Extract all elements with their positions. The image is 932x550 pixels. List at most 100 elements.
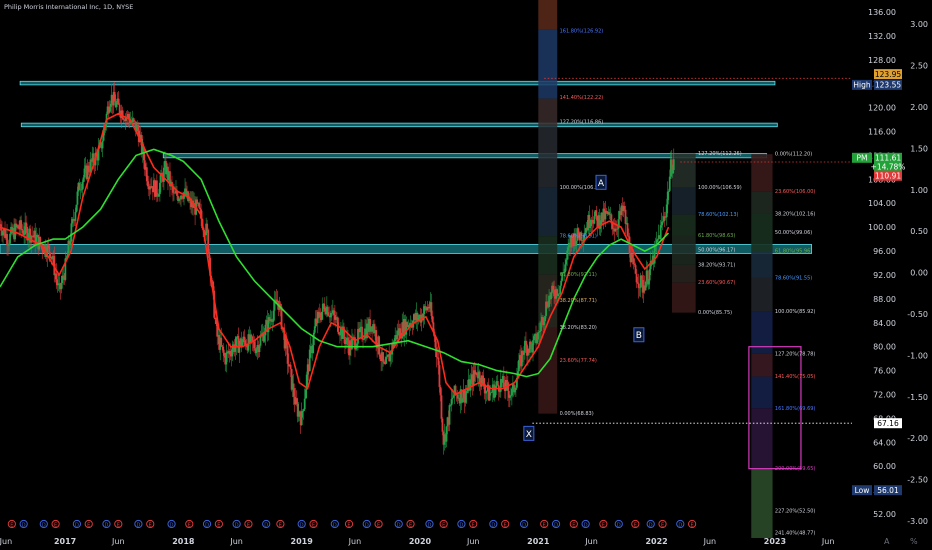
y-tick-label: 88.00 <box>873 295 896 304</box>
fib-label-23: 78.60%(91.55) <box>775 275 812 281</box>
candle-body <box>461 398 464 403</box>
candle-body <box>623 206 626 210</box>
candle-body <box>345 340 347 344</box>
y-tick-label: 104.00 <box>868 199 896 208</box>
box-proj-6 <box>751 353 773 377</box>
candle-body <box>490 392 493 393</box>
price-tag-0: 123.95 <box>875 70 901 79</box>
candle-body <box>109 103 112 107</box>
candle-body <box>317 311 320 313</box>
candle-body <box>502 376 505 388</box>
candle-body <box>255 349 258 354</box>
box-bc-4 <box>672 264 696 283</box>
candle-body <box>81 182 84 190</box>
box-xa-4 <box>538 187 558 237</box>
y-right-tick-label: 3.00 <box>910 20 928 29</box>
candle-body <box>302 409 305 411</box>
price-tag-3: +14.78% <box>871 162 906 171</box>
price-tag-label-1: High <box>853 81 870 90</box>
candle-body <box>220 337 223 346</box>
y-tick-label: 60.00 <box>873 462 896 471</box>
box-xa-0 <box>538 0 558 30</box>
candle-body <box>508 395 511 398</box>
x-tick-label: 2020 <box>409 537 432 546</box>
y-tick-label: 128.00 <box>868 56 896 65</box>
event-marker-label-9: E <box>149 522 152 528</box>
y-tick-label: 64.00 <box>873 438 896 447</box>
fib-label-11: 100.00%(106.59) <box>698 185 742 191</box>
candle-body <box>229 350 232 355</box>
y-right-tick-label: 1.50 <box>910 144 928 153</box>
fib-label-4: 78.60%(98.51) <box>560 234 597 240</box>
candle-body <box>75 204 78 212</box>
candle-body <box>386 356 389 358</box>
x-tick-label: Jun <box>229 537 243 546</box>
y-right-tick-label: -2.50 <box>907 476 928 485</box>
candle-body <box>464 393 467 403</box>
y-right-tick-label: -1.00 <box>907 351 928 360</box>
candle-body <box>313 326 316 333</box>
candle-body <box>47 244 50 246</box>
event-marker-label-31: E <box>504 522 507 528</box>
candle-body <box>632 258 635 265</box>
candle-body <box>235 337 238 347</box>
candle-body <box>270 319 273 322</box>
event-marker-label-2: D <box>42 522 46 528</box>
price-chart[interactable]: 161.80%(126.92) 141.40%(122.22) 127.20%(11… <box>0 0 932 550</box>
auto-scale-icon[interactable]: A <box>884 537 889 546</box>
candle-body <box>557 294 560 297</box>
x-axis[interactable]: Jun 2017 Jun 2018 Jun 2019 Jun 2020 Jun 2021 Jun 20… <box>0 537 834 546</box>
candle-body <box>437 357 440 366</box>
symbol-title[interactable]: Philip Morris International Inc, 1D, NYS… <box>4 3 133 11</box>
x-tick-label: Jun <box>111 537 125 546</box>
y-right-tick-label: 0.00 <box>910 269 928 278</box>
candle-body <box>238 344 241 353</box>
candle-body <box>308 349 311 372</box>
y-right-tick-label: 2.50 <box>910 62 928 71</box>
event-marker-label-7: E <box>117 522 120 528</box>
candle-body <box>469 379 472 391</box>
fib-label-18: 0.00%(112.20) <box>775 152 812 158</box>
log-scale-icon[interactable]: % <box>910 537 918 546</box>
candle-body <box>301 410 304 412</box>
candle-body <box>539 330 541 333</box>
fib-label-8: 23.60%(77.74) <box>560 358 597 364</box>
candle-body <box>87 165 90 172</box>
event-marker-label-23: E <box>377 522 380 528</box>
y-tick-label: 72.00 <box>873 391 896 400</box>
y-right-tick-label: 0.50 <box>910 227 928 236</box>
candle-body <box>69 241 72 245</box>
fib-label-2: 127.20%(116.86) <box>560 119 604 125</box>
candle-body <box>336 317 339 332</box>
candle-body <box>610 214 613 222</box>
box-proj-1 <box>751 191 773 214</box>
candle-body <box>544 315 546 322</box>
zone-0 <box>19 80 776 86</box>
event-marker-label-4: D <box>75 522 79 528</box>
candle-body <box>424 306 427 308</box>
event-marker-label-35: E <box>572 522 575 528</box>
event-marker-label-29: E <box>472 522 475 528</box>
candle-body <box>355 347 357 350</box>
candle-body <box>323 306 326 312</box>
candle-body <box>636 282 639 284</box>
candle-body <box>80 189 83 191</box>
candle-body <box>326 306 329 316</box>
event-marker-label-42: D <box>678 522 682 528</box>
candle-body <box>55 273 58 280</box>
candle-body <box>76 191 79 205</box>
event-marker-label-28: D <box>459 522 463 528</box>
x-tick-label: 2017 <box>54 537 76 546</box>
box-proj-8 <box>751 408 773 469</box>
candle-body <box>488 392 491 401</box>
candle-body <box>6 233 8 245</box>
event-marker-label-18: D <box>300 522 304 528</box>
candle-body <box>640 275 643 280</box>
candle-body <box>22 230 25 235</box>
candle-body <box>552 285 554 290</box>
candle-body <box>509 395 512 397</box>
candle-body <box>304 389 307 399</box>
candle-body <box>21 228 24 231</box>
x-tick-label: 2021 <box>527 537 550 546</box>
candle-body <box>70 223 73 242</box>
